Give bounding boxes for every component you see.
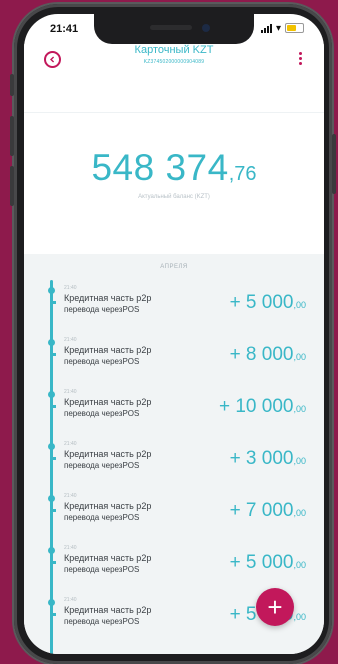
transaction-time: 21:40 (64, 337, 77, 343)
account-number: KZ374502000000904089 (143, 59, 205, 65)
amount-integer: + 7 000 (229, 500, 294, 521)
balance-amount: 548 374,76 (24, 147, 324, 189)
timeline-tick (53, 561, 56, 564)
transaction-time: 21:40 (64, 597, 77, 603)
transaction-item[interactable]: 21:40 Кредитная часть p2p перевода через… (24, 490, 324, 540)
amount-decimal: ,00 (293, 612, 306, 622)
transaction-subtitle: перевода черезPOS (64, 617, 140, 626)
battery-icon (285, 23, 304, 33)
transaction-title: Кредитная часть p2p (64, 501, 152, 511)
amount-decimal: ,00 (293, 456, 306, 466)
date-label: АПРЕЛЯ (160, 264, 188, 270)
transaction-item[interactable]: 21:40 Кредитная часть p2p перевода через… (24, 386, 324, 436)
transaction-time: 21:40 (64, 545, 77, 551)
transaction-time: 21:40 (64, 285, 77, 291)
transaction-item[interactable]: 21:40 Кредитная часть p2p перевода через… (24, 542, 324, 592)
transaction-amount: + 3 000,00 (230, 448, 306, 470)
amount-integer: + 5 000 (229, 292, 294, 313)
transaction-title: Кредитная часть p2p (64, 345, 152, 355)
transaction-item[interactable]: 21:40 Кредитная часть p2p перевода через… (24, 334, 324, 384)
amount-decimal: ,00 (293, 352, 306, 362)
transaction-title: Кредитная часть p2p (64, 553, 152, 563)
timeline-tick (53, 457, 56, 460)
timeline-tick (53, 613, 56, 616)
transaction-subtitle: перевода черезPOS (64, 305, 140, 314)
transaction-subtitle: перевода черезPOS (64, 513, 140, 522)
transaction-amount: + 10 000,00 (219, 396, 306, 418)
plus-icon[interactable]: + (256, 588, 294, 626)
timeline-tick (53, 405, 56, 408)
side-button-volume-down (10, 166, 14, 206)
transaction-subtitle: перевода черезPOS (64, 409, 140, 418)
timeline-dot (48, 287, 55, 294)
balance-decimal: ,76 (228, 163, 257, 185)
amount-integer: + 8 000 (229, 344, 294, 365)
transaction-title: Кредитная часть p2p (64, 605, 152, 615)
amount-integer: + 3 000 (229, 448, 294, 469)
timeline-dot (48, 391, 55, 398)
transaction-title: Кредитная часть p2p (64, 449, 152, 459)
wifi-icon: ▾ (275, 22, 281, 34)
timeline-dot (48, 599, 55, 606)
phone-notch (94, 14, 254, 44)
timeline-tick (53, 353, 56, 356)
balance-section: 548 374,76 Актуальный баланс (KZT) (24, 113, 324, 253)
transaction-time: 21:40 (64, 493, 77, 499)
transaction-amount: + 8 000,00 (230, 344, 306, 366)
side-button-volume-up (10, 116, 14, 156)
speaker-grille (150, 25, 192, 30)
amount-decimal: ,00 (293, 508, 306, 518)
side-button-power (332, 134, 336, 194)
status-icons: ▾ (260, 22, 304, 34)
timeline-tick (53, 301, 56, 304)
transaction-amount: + 5 000,00 (230, 292, 306, 314)
timeline-dot (48, 495, 55, 502)
transaction-amount: + 5 000,00 (230, 552, 306, 574)
front-camera (202, 24, 210, 32)
amount-decimal: ,00 (293, 404, 306, 414)
transaction-title: Кредитная часть p2p (64, 293, 152, 303)
transaction-time: 21:40 (64, 441, 77, 447)
timeline-dot (48, 339, 55, 346)
transaction-subtitle: перевода черезPOS (64, 565, 140, 574)
amount-decimal: ,00 (293, 300, 306, 310)
balance-integer: 548 374 (91, 147, 229, 188)
transaction-subtitle: перевода черезPOS (64, 357, 140, 366)
timeline-dot (48, 443, 55, 450)
transaction-subtitle: перевода черезPOS (64, 461, 140, 470)
balance-label: Актуальный баланс (KZT) (138, 194, 210, 200)
signal-icon (260, 23, 272, 33)
amount-decimal: ,00 (293, 560, 306, 570)
side-button-mute (10, 74, 14, 96)
timeline-dot (48, 547, 55, 554)
account-title: Карточный KZT (134, 44, 214, 56)
phone-screen: 21:41 ▾ Карточный KZT KZ3745020000009040… (24, 14, 324, 654)
kebab-menu-icon[interactable] (299, 52, 302, 65)
transaction-time: 21:40 (64, 389, 77, 395)
transaction-item[interactable]: 21:40 Кредитная часть p2p перевода через… (24, 438, 324, 488)
amount-integer: + 10 000 (218, 396, 294, 417)
timeline-tick (53, 509, 56, 512)
transaction-item[interactable]: 21:40 Кредитная часть p2p перевода через… (24, 282, 324, 332)
amount-integer: + 5 000 (229, 552, 294, 573)
transaction-amount: + 7 000,00 (230, 500, 306, 522)
transaction-title: Кредитная часть p2p (64, 397, 152, 407)
status-time: 21:41 (50, 23, 79, 35)
